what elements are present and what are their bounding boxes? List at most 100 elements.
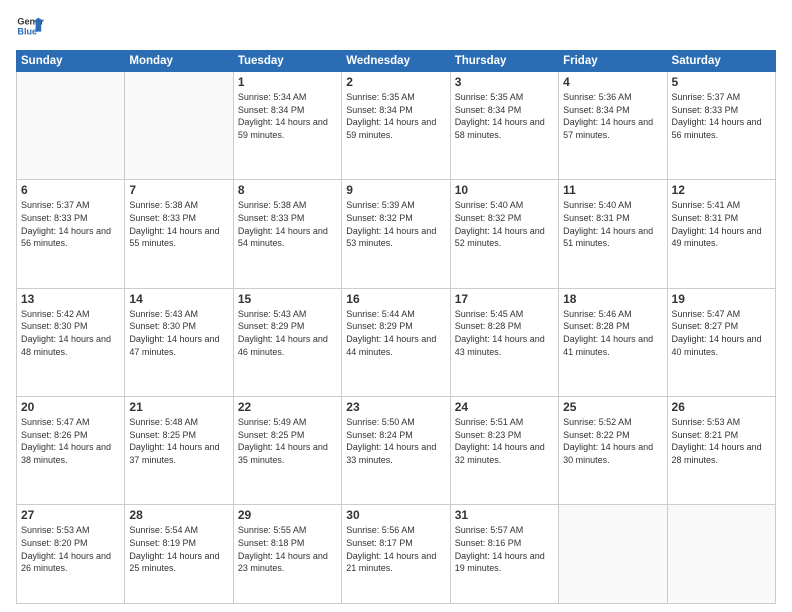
day-number: 20: [21, 400, 120, 414]
day-info: Sunrise: 5:43 AM Sunset: 8:29 PM Dayligh…: [238, 308, 337, 358]
calendar-cell: 17Sunrise: 5:45 AM Sunset: 8:28 PM Dayli…: [450, 288, 558, 396]
day-number: 13: [21, 292, 120, 306]
day-info: Sunrise: 5:55 AM Sunset: 8:18 PM Dayligh…: [238, 524, 337, 574]
day-number: 9: [346, 183, 445, 197]
logo: General Blue: [16, 12, 44, 40]
calendar-cell: 31 Sunrise: 5:57 AM Sunset: 8:16 PM Dayli…: [450, 505, 558, 604]
calendar-cell: 30 Sunrise: 5:56 AM Sunset: 8:17 PM Dayli…: [342, 505, 450, 604]
day-info: Sunrise: 5:35 AM Sunset: 8:34 PM Dayligh…: [346, 91, 445, 141]
day-info: Sunrise: 5:38 AM Sunset: 8:33 PM Dayligh…: [129, 199, 228, 249]
day-number: 7: [129, 183, 228, 197]
day-info: Sunrise: 5:52 AM Sunset: 8:22 PM Dayligh…: [563, 416, 662, 466]
day-number: 3: [455, 75, 554, 89]
calendar-cell: 9 Sunrise: 5:39 AM Sunset: 8:32 PM Daylig…: [342, 180, 450, 288]
day-info: Sunrise: 5:47 AM Sunset: 8:27 PM Dayligh…: [672, 308, 771, 358]
calendar-header-friday: Friday: [559, 51, 667, 72]
logo-icon: General Blue: [16, 12, 44, 40]
day-info: Sunrise: 5:41 AM Sunset: 8:31 PM Dayligh…: [672, 199, 771, 249]
day-number: 12: [672, 183, 771, 197]
calendar-cell: 2 Sunrise: 5:35 AM Sunset: 8:34 PM Daylig…: [342, 72, 450, 180]
day-info: Sunrise: 5:57 AM Sunset: 8:16 PM Dayligh…: [455, 524, 554, 574]
day-info: Sunrise: 5:45 AM Sunset: 8:28 PM Dayligh…: [455, 308, 554, 358]
calendar-cell: 1 Sunrise: 5:34 AM Sunset: 8:34 PM Daylig…: [233, 72, 341, 180]
calendar: SundayMondayTuesdayWednesdayThursdayFrid…: [16, 50, 776, 604]
day-info: Sunrise: 5:48 AM Sunset: 8:25 PM Dayligh…: [129, 416, 228, 466]
day-info: Sunrise: 5:43 AM Sunset: 8:30 PM Dayligh…: [129, 308, 228, 358]
calendar-header-thursday: Thursday: [450, 51, 558, 72]
calendar-cell: 14 Sunrise: 5:43 AM Sunset: 8:30 PM Dayli…: [125, 288, 233, 396]
calendar-cell: 12 Sunrise: 5:41 AM Sunset: 8:31 PM Dayli…: [667, 180, 775, 288]
day-info: Sunrise: 5:37 AM Sunset: 8:33 PM Dayligh…: [21, 199, 120, 249]
calendar-header-wednesday: Wednesday: [342, 51, 450, 72]
calendar-header-monday: Monday: [125, 51, 233, 72]
calendar-cell: 3 Sunrise: 5:35 AM Sunset: 8:34 PM Daylig…: [450, 72, 558, 180]
day-number: 16: [346, 292, 445, 306]
day-number: 22: [238, 400, 337, 414]
calendar-cell: 23Sunrise: 5:50 AM Sunset: 8:24 PM Dayli…: [342, 397, 450, 505]
day-info: Sunrise: 5:56 AM Sunset: 8:17 PM Dayligh…: [346, 524, 445, 574]
calendar-week-1: 1 Sunrise: 5:34 AM Sunset: 8:34 PM Daylig…: [17, 72, 776, 180]
day-number: 29: [238, 508, 337, 522]
day-number: 30: [346, 508, 445, 522]
day-number: 2: [346, 75, 445, 89]
day-number: 15: [238, 292, 337, 306]
day-number: 24: [455, 400, 554, 414]
day-info: Sunrise: 5:36 AM Sunset: 8:34 PM Dayligh…: [563, 91, 662, 141]
day-number: 21: [129, 400, 228, 414]
day-number: 5: [672, 75, 771, 89]
calendar-cell: 16Sunrise: 5:44 AM Sunset: 8:29 PM Dayli…: [342, 288, 450, 396]
day-info: Sunrise: 5:49 AM Sunset: 8:25 PM Dayligh…: [238, 416, 337, 466]
calendar-cell: 27 Sunrise: 5:53 AM Sunset: 8:20 PM Dayli…: [17, 505, 125, 604]
calendar-header-row: SundayMondayTuesdayWednesdayThursdayFrid…: [17, 51, 776, 72]
calendar-header-tuesday: Tuesday: [233, 51, 341, 72]
calendar-cell: 7 Sunrise: 5:38 AM Sunset: 8:33 PM Daylig…: [125, 180, 233, 288]
calendar-header-saturday: Saturday: [667, 51, 775, 72]
day-info: Sunrise: 5:38 AM Sunset: 8:33 PM Dayligh…: [238, 199, 337, 249]
day-number: 23: [346, 400, 445, 414]
svg-text:Blue: Blue: [17, 26, 37, 36]
day-info: Sunrise: 5:46 AM Sunset: 8:28 PM Dayligh…: [563, 308, 662, 358]
calendar-cell: [667, 505, 775, 604]
day-number: 19: [672, 292, 771, 306]
calendar-week-2: 6Sunrise: 5:37 AM Sunset: 8:33 PM Daylig…: [17, 180, 776, 288]
calendar-cell: 13Sunrise: 5:42 AM Sunset: 8:30 PM Dayli…: [17, 288, 125, 396]
day-number: 18: [563, 292, 662, 306]
calendar-cell: [559, 505, 667, 604]
calendar-cell: 24 Sunrise: 5:51 AM Sunset: 8:23 PM Dayli…: [450, 397, 558, 505]
calendar-cell: 8 Sunrise: 5:38 AM Sunset: 8:33 PM Daylig…: [233, 180, 341, 288]
calendar-cell: 11 Sunrise: 5:40 AM Sunset: 8:31 PM Dayli…: [559, 180, 667, 288]
day-info: Sunrise: 5:54 AM Sunset: 8:19 PM Dayligh…: [129, 524, 228, 574]
day-info: Sunrise: 5:51 AM Sunset: 8:23 PM Dayligh…: [455, 416, 554, 466]
day-number: 10: [455, 183, 554, 197]
calendar-cell: 4 Sunrise: 5:36 AM Sunset: 8:34 PM Daylig…: [559, 72, 667, 180]
day-number: 25: [563, 400, 662, 414]
day-number: 31: [455, 508, 554, 522]
day-info: Sunrise: 5:40 AM Sunset: 8:32 PM Dayligh…: [455, 199, 554, 249]
calendar-cell: 10 Sunrise: 5:40 AM Sunset: 8:32 PM Dayli…: [450, 180, 558, 288]
calendar-cell: 5 Sunrise: 5:37 AM Sunset: 8:33 PM Daylig…: [667, 72, 775, 180]
calendar-cell: 6Sunrise: 5:37 AM Sunset: 8:33 PM Daylig…: [17, 180, 125, 288]
calendar-cell: 18 Sunrise: 5:46 AM Sunset: 8:28 PM Dayli…: [559, 288, 667, 396]
day-info: Sunrise: 5:35 AM Sunset: 8:34 PM Dayligh…: [455, 91, 554, 141]
day-info: Sunrise: 5:40 AM Sunset: 8:31 PM Dayligh…: [563, 199, 662, 249]
day-number: 11: [563, 183, 662, 197]
day-number: 28: [129, 508, 228, 522]
day-info: Sunrise: 5:53 AM Sunset: 8:20 PM Dayligh…: [21, 524, 120, 574]
calendar-cell: 29 Sunrise: 5:55 AM Sunset: 8:18 PM Dayli…: [233, 505, 341, 604]
calendar-cell: 19 Sunrise: 5:47 AM Sunset: 8:27 PM Dayli…: [667, 288, 775, 396]
calendar-cell: 20Sunrise: 5:47 AM Sunset: 8:26 PM Dayli…: [17, 397, 125, 505]
day-number: 14: [129, 292, 228, 306]
day-number: 4: [563, 75, 662, 89]
day-info: Sunrise: 5:39 AM Sunset: 8:32 PM Dayligh…: [346, 199, 445, 249]
day-info: Sunrise: 5:34 AM Sunset: 8:34 PM Dayligh…: [238, 91, 337, 141]
calendar-cell: [17, 72, 125, 180]
day-number: 8: [238, 183, 337, 197]
calendar-week-5: 27 Sunrise: 5:53 AM Sunset: 8:20 PM Dayli…: [17, 505, 776, 604]
calendar-cell: 21 Sunrise: 5:48 AM Sunset: 8:25 PM Dayli…: [125, 397, 233, 505]
day-info: Sunrise: 5:37 AM Sunset: 8:33 PM Dayligh…: [672, 91, 771, 141]
day-number: 27: [21, 508, 120, 522]
day-number: 1: [238, 75, 337, 89]
day-number: 26: [672, 400, 771, 414]
calendar-cell: 28 Sunrise: 5:54 AM Sunset: 8:19 PM Dayli…: [125, 505, 233, 604]
calendar-cell: 25 Sunrise: 5:52 AM Sunset: 8:22 PM Dayli…: [559, 397, 667, 505]
